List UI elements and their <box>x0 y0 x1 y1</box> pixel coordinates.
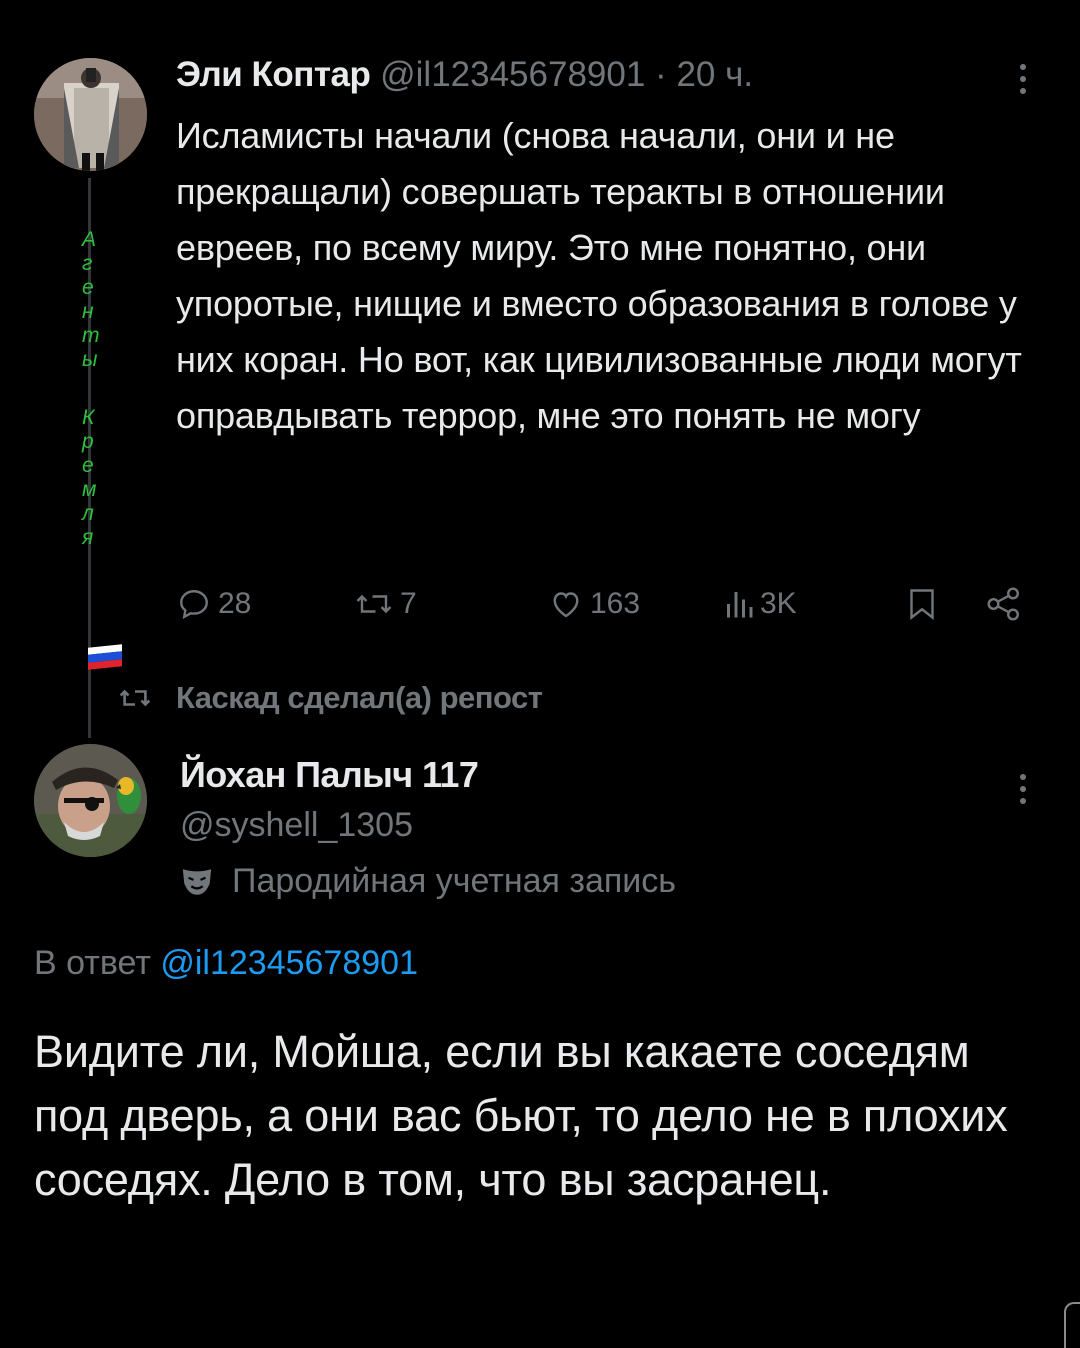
like-count: 163 <box>590 587 641 620</box>
tweet-body: Видите ли, Мойша, если вы какаете соседя… <box>34 1026 1008 1205</box>
bio-letter: т <box>82 324 100 347</box>
russian-flag-icon <box>88 644 122 670</box>
repost-notice[interactable]: Каскад сделал(а) репост <box>118 680 543 716</box>
author-avatar[interactable] <box>34 58 147 171</box>
reply-mention-link[interactable]: @il12345678901 <box>160 944 418 982</box>
bio-letter: н <box>82 300 94 323</box>
more-options-icon[interactable] <box>1019 64 1027 100</box>
bio-letter: я <box>82 526 94 549</box>
tweet-header: Эли Коптар @il12345678901 · 20 ч. <box>176 52 753 98</box>
author-name[interactable]: Эли Коптар <box>176 55 371 94</box>
bio-letter: е <box>82 454 94 477</box>
bio-letter: г <box>82 252 93 275</box>
author-handle[interactable]: @il12345678901 <box>380 55 645 94</box>
reply-context: В ответ @il12345678901 <box>34 944 418 983</box>
bio-letter: л <box>82 502 94 525</box>
bio-letter: К <box>82 406 95 429</box>
parody-account-label: Пародийная учетная запись <box>180 862 676 901</box>
header-separator: · <box>655 55 667 94</box>
views-button[interactable]: 3K <box>724 580 797 628</box>
bio-letter: р <box>82 430 94 453</box>
tweet-actions-bar: 28 7 163 3K <box>176 580 1036 628</box>
author-handle[interactable]: @syshell_1305 <box>180 806 413 845</box>
reply-button[interactable]: 28 <box>176 580 251 628</box>
pirate-avatar <box>34 744 147 857</box>
reply-icon <box>180 590 208 619</box>
bookmark-button[interactable] <box>906 580 938 628</box>
author-avatar[interactable] <box>34 744 147 857</box>
theater-mask-icon <box>182 868 212 895</box>
views-chart-icon <box>727 592 753 618</box>
repost-icon <box>119 689 151 707</box>
tweet-timestamp[interactable]: 20 ч. <box>676 55 753 94</box>
more-options-icon[interactable] <box>1019 774 1027 810</box>
bio-letter: м <box>82 478 97 501</box>
scroll-corner-handle <box>1064 1302 1080 1348</box>
bio-letter: А <box>82 228 97 251</box>
parody-label-text: Пародийная учетная запись <box>232 862 677 900</box>
heart-icon <box>553 592 579 618</box>
share-button[interactable] <box>984 580 1024 628</box>
author-name[interactable]: Йохан Палыч 117 <box>180 754 479 796</box>
bio-letter: е <box>82 276 94 299</box>
repost-count: 7 <box>400 587 417 620</box>
like-button[interactable]: 163 <box>548 580 640 628</box>
user-photo-avatar <box>34 58 147 171</box>
bookmark-icon <box>910 589 934 620</box>
repost-notice-text: Каскад сделал(а) репост <box>176 680 543 715</box>
bio-letter: ы <box>82 348 98 371</box>
reply-count: 28 <box>218 587 252 620</box>
tweet-body: Исламисты начали (снова начали, они и не… <box>176 115 1022 436</box>
share-icon <box>987 587 1020 621</box>
repost-icon <box>356 594 392 614</box>
repost-button[interactable]: 7 <box>354 580 417 628</box>
reply-prefix: В ответ <box>34 944 151 982</box>
view-count: 3K <box>760 587 797 620</box>
vertical-bio-text: А г е н т ы К р е м л я <box>82 228 122 550</box>
